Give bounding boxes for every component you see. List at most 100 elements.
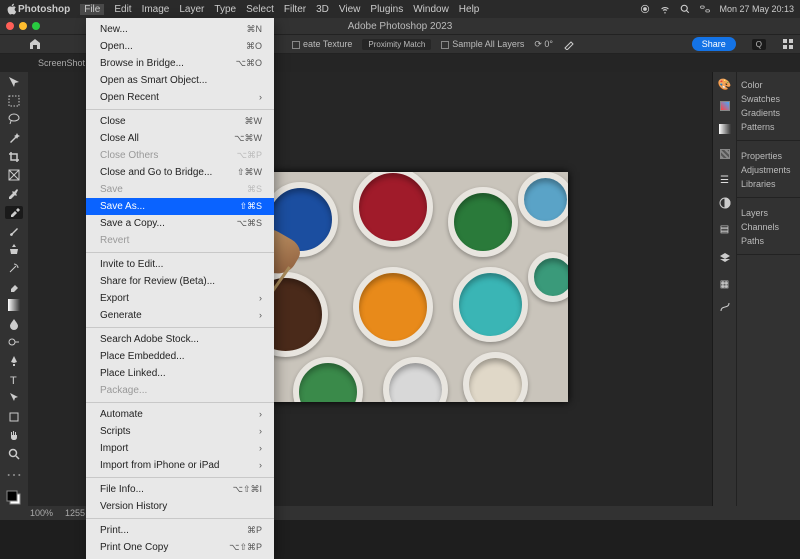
close-window-button[interactable] xyxy=(6,22,14,30)
layers-panel-icon[interactable] xyxy=(719,251,731,269)
magic-wand-tool[interactable] xyxy=(5,132,23,145)
control-center-icon[interactable] xyxy=(699,3,711,15)
gradients-panel-icon[interactable] xyxy=(719,121,731,139)
panel-properties[interactable]: Properties xyxy=(737,149,800,163)
file-menu-item[interactable]: Place Linked... xyxy=(86,365,274,382)
brush-tool[interactable] xyxy=(5,225,23,238)
file-menu-item[interactable]: Open as Smart Object... xyxy=(86,72,274,89)
patterns-panel-icon[interactable] xyxy=(720,149,730,159)
search-icon[interactable] xyxy=(679,3,691,15)
crop-tool[interactable] xyxy=(5,150,23,163)
menu-edit[interactable]: Edit xyxy=(114,4,131,15)
option-proximity-match[interactable]: Proximity Match xyxy=(362,39,431,50)
clone-stamp-tool[interactable] xyxy=(5,243,23,256)
file-menu-item[interactable]: Place Embedded... xyxy=(86,348,274,365)
file-menu-item[interactable]: Search Adobe Stock... xyxy=(86,331,274,348)
pen-tool[interactable] xyxy=(5,355,23,368)
panel-swatches[interactable]: Swatches xyxy=(737,92,800,106)
hand-tool[interactable] xyxy=(5,429,23,442)
healing-brush-tool[interactable] xyxy=(5,206,23,219)
type-tool[interactable]: T xyxy=(5,373,23,386)
apple-logo-icon xyxy=(6,3,18,15)
workspace-switcher-icon[interactable] xyxy=(782,38,794,50)
panel-layers[interactable]: Layers xyxy=(737,206,800,220)
file-menu-item[interactable]: Import from iPhone or iPad› xyxy=(86,457,274,474)
file-menu-item[interactable]: Share for Review (Beta)... xyxy=(86,273,274,290)
panel-libraries[interactable]: Libraries xyxy=(737,177,800,191)
option-sample-all-layers[interactable]: Sample All Layers xyxy=(441,39,524,49)
menu-file[interactable]: File xyxy=(80,4,104,15)
panel-color[interactable]: Color xyxy=(737,78,800,92)
frame-tool[interactable] xyxy=(5,169,23,182)
file-menu-item[interactable]: Scripts› xyxy=(86,423,274,440)
menu-type[interactable]: Type xyxy=(214,4,236,15)
adjustments-panel-icon[interactable] xyxy=(719,196,731,214)
paths-panel-icon[interactable] xyxy=(719,300,731,318)
home-icon[interactable] xyxy=(28,37,42,51)
menu-view[interactable]: View xyxy=(339,4,361,15)
panel-channels[interactable]: Channels xyxy=(737,220,800,234)
screen-record-icon[interactable] xyxy=(639,3,651,15)
eyedropper-tool[interactable] xyxy=(5,187,23,200)
search-panel-button[interactable]: Q xyxy=(752,39,766,50)
menu-plugins[interactable]: Plugins xyxy=(370,4,403,15)
rectangle-tool[interactable] xyxy=(5,410,23,423)
file-menu-item[interactable]: Print One Copy⌥⇧⌘P xyxy=(86,539,274,556)
gradient-tool[interactable] xyxy=(5,299,23,312)
wifi-icon[interactable] xyxy=(659,3,671,15)
file-menu-item[interactable]: Invite to Edit... xyxy=(86,256,274,273)
dodge-tool[interactable] xyxy=(5,336,23,349)
option-create-texture[interactable]: eate Texture xyxy=(292,39,352,49)
panel-patterns[interactable]: Patterns xyxy=(737,120,800,134)
history-brush-tool[interactable] xyxy=(5,262,23,275)
path-selection-tool[interactable] xyxy=(5,392,23,405)
file-menu-item[interactable]: Browse in Bridge...⌥⌘O xyxy=(86,55,274,72)
file-menu-item[interactable]: Print...⌘P xyxy=(86,522,274,539)
file-menu-item[interactable]: Export› xyxy=(86,290,274,307)
color-panel-icon[interactable]: 🎨 xyxy=(718,78,732,91)
file-menu-item[interactable]: Import› xyxy=(86,440,274,457)
file-menu-item[interactable]: New...⌘N xyxy=(86,21,274,38)
minimize-window-button[interactable] xyxy=(19,22,27,30)
libraries-panel-icon[interactable]: ▤ xyxy=(720,224,729,235)
properties-panel-icon[interactable]: ☰ xyxy=(720,175,729,186)
file-menu-item[interactable]: Open...⌘O xyxy=(86,38,274,55)
menu-select[interactable]: Select xyxy=(246,4,274,15)
menu-layer[interactable]: Layer xyxy=(179,4,204,15)
color-swatches[interactable] xyxy=(5,490,23,506)
share-button[interactable]: Share xyxy=(692,37,736,51)
lasso-tool[interactable] xyxy=(5,113,23,126)
file-menu-item: Revert xyxy=(86,232,274,249)
channels-panel-icon[interactable]: ▦ xyxy=(720,279,729,290)
maximize-window-button[interactable] xyxy=(32,22,40,30)
menu-image[interactable]: Image xyxy=(142,4,170,15)
panel-adjustments[interactable]: Adjustments xyxy=(737,163,800,177)
edit-toolbar[interactable]: ⋯ xyxy=(5,466,23,484)
move-tool[interactable] xyxy=(5,76,23,89)
file-menu-item[interactable]: Close and Go to Bridge...⇧⌘W xyxy=(86,164,274,181)
panel-gradients[interactable]: Gradients xyxy=(737,106,800,120)
file-menu-item[interactable]: File Info...⌥⇧⌘I xyxy=(86,481,274,498)
file-menu-item[interactable]: Save As...⇧⌘S xyxy=(86,198,274,215)
file-menu-item[interactable]: Close All⌥⌘W xyxy=(86,130,274,147)
file-menu-item[interactable]: Save a Copy...⌥⌘S xyxy=(86,215,274,232)
file-menu-item[interactable]: Open Recent› xyxy=(86,89,274,106)
swatches-panel-icon[interactable] xyxy=(720,101,730,111)
blur-tool[interactable] xyxy=(5,318,23,331)
menubar-datetime[interactable]: Mon 27 May 20:13 xyxy=(719,4,794,14)
zoom-tool[interactable] xyxy=(5,448,23,461)
zoom-level[interactable]: 100% xyxy=(30,508,53,518)
menu-filter[interactable]: Filter xyxy=(284,4,306,15)
pressure-icon[interactable] xyxy=(563,38,575,50)
marquee-tool[interactable] xyxy=(5,95,23,108)
panel-paths[interactable]: Paths xyxy=(737,234,800,248)
file-menu-item[interactable]: Close⌘W xyxy=(86,113,274,130)
menu-3d[interactable]: 3D xyxy=(316,4,329,15)
file-menu-item[interactable]: Automate› xyxy=(86,406,274,423)
eraser-tool[interactable] xyxy=(5,280,23,293)
option-angle[interactable]: ⟳ 0° xyxy=(534,39,553,50)
menu-window[interactable]: Window xyxy=(413,4,449,15)
file-menu-item[interactable]: Version History xyxy=(86,498,274,515)
menu-help[interactable]: Help xyxy=(459,4,480,15)
file-menu-item[interactable]: Generate› xyxy=(86,307,274,324)
